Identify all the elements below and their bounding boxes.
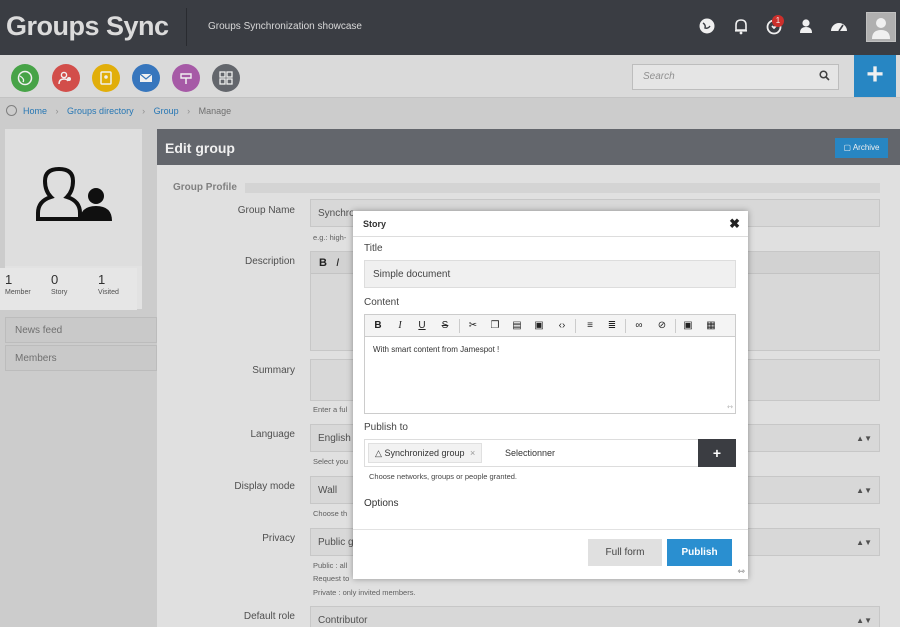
target-chip[interactable]: △ Synchronized group × xyxy=(368,443,483,463)
link-icon[interactable]: ∞ xyxy=(632,319,646,333)
toolbar-separator xyxy=(575,319,576,333)
target-select[interactable]: Selectionner xyxy=(505,448,555,458)
modal-resize-icon[interactable]: ⇿ xyxy=(737,566,745,577)
title-input[interactable]: Simple document xyxy=(364,260,736,288)
resize-handle-icon[interactable]: ⇿ xyxy=(727,403,733,411)
cut-icon[interactable]: ✂ xyxy=(466,319,480,333)
copy-icon[interactable]: ❐ xyxy=(488,319,502,333)
image-icon[interactable]: ▦ xyxy=(704,319,718,333)
toolbar-separator xyxy=(459,319,460,333)
modal-header: Story ✖ xyxy=(353,211,748,237)
bold-icon[interactable]: B xyxy=(371,319,385,333)
publish-help: Choose networks, groups or people grante… xyxy=(369,472,518,481)
close-icon[interactable]: ✖ xyxy=(729,216,740,232)
underline-icon[interactable]: U xyxy=(415,319,429,333)
video-icon[interactable]: ▣ xyxy=(681,319,695,333)
modal-footer-divider xyxy=(353,529,748,530)
content-label: Content xyxy=(364,297,400,308)
options-toggle[interactable]: Options xyxy=(364,498,398,509)
full-form-button[interactable]: Full form xyxy=(588,539,662,566)
title-label: Title xyxy=(364,243,383,254)
toolbar-separator xyxy=(625,319,626,333)
numbered-list-icon[interactable]: ≣ xyxy=(605,319,619,333)
editor-toolbar: B I U S ✂ ❐ ▤ ▣ ‹› ≡ ≣ ∞ ⊘ ▣ ▦ xyxy=(365,315,735,337)
story-modal: Story ✖ Title Simple document Content B … xyxy=(353,211,748,579)
content-editor[interactable]: B I U S ✂ ❐ ▤ ▣ ‹› ≡ ≣ ∞ ⊘ ▣ ▦ With smar… xyxy=(364,314,736,414)
publish-to-label: Publish to xyxy=(364,422,408,433)
paste-icon[interactable]: ▤ xyxy=(510,319,524,333)
publish-to-field[interactable]: △ Synchronized group × Selectionner + xyxy=(364,439,736,467)
group-icon: △ xyxy=(375,448,382,458)
editor-content: With smart content from Jamespot ! xyxy=(373,345,500,354)
paste-text-icon[interactable]: ▣ xyxy=(532,319,546,333)
remove-chip-icon[interactable]: × xyxy=(470,448,475,458)
chip-label: Synchronized group xyxy=(384,448,465,458)
publish-button[interactable]: Publish xyxy=(667,539,732,566)
bullet-list-icon[interactable]: ≡ xyxy=(583,319,597,333)
code-icon[interactable]: ‹› xyxy=(555,319,569,333)
unlink-icon[interactable]: ⊘ xyxy=(655,319,669,333)
italic-icon[interactable]: I xyxy=(393,319,407,333)
toolbar-separator xyxy=(675,319,676,333)
add-target-button[interactable]: + xyxy=(698,439,736,467)
strikethrough-icon[interactable]: S xyxy=(438,319,452,333)
modal-title: Story xyxy=(363,219,387,229)
